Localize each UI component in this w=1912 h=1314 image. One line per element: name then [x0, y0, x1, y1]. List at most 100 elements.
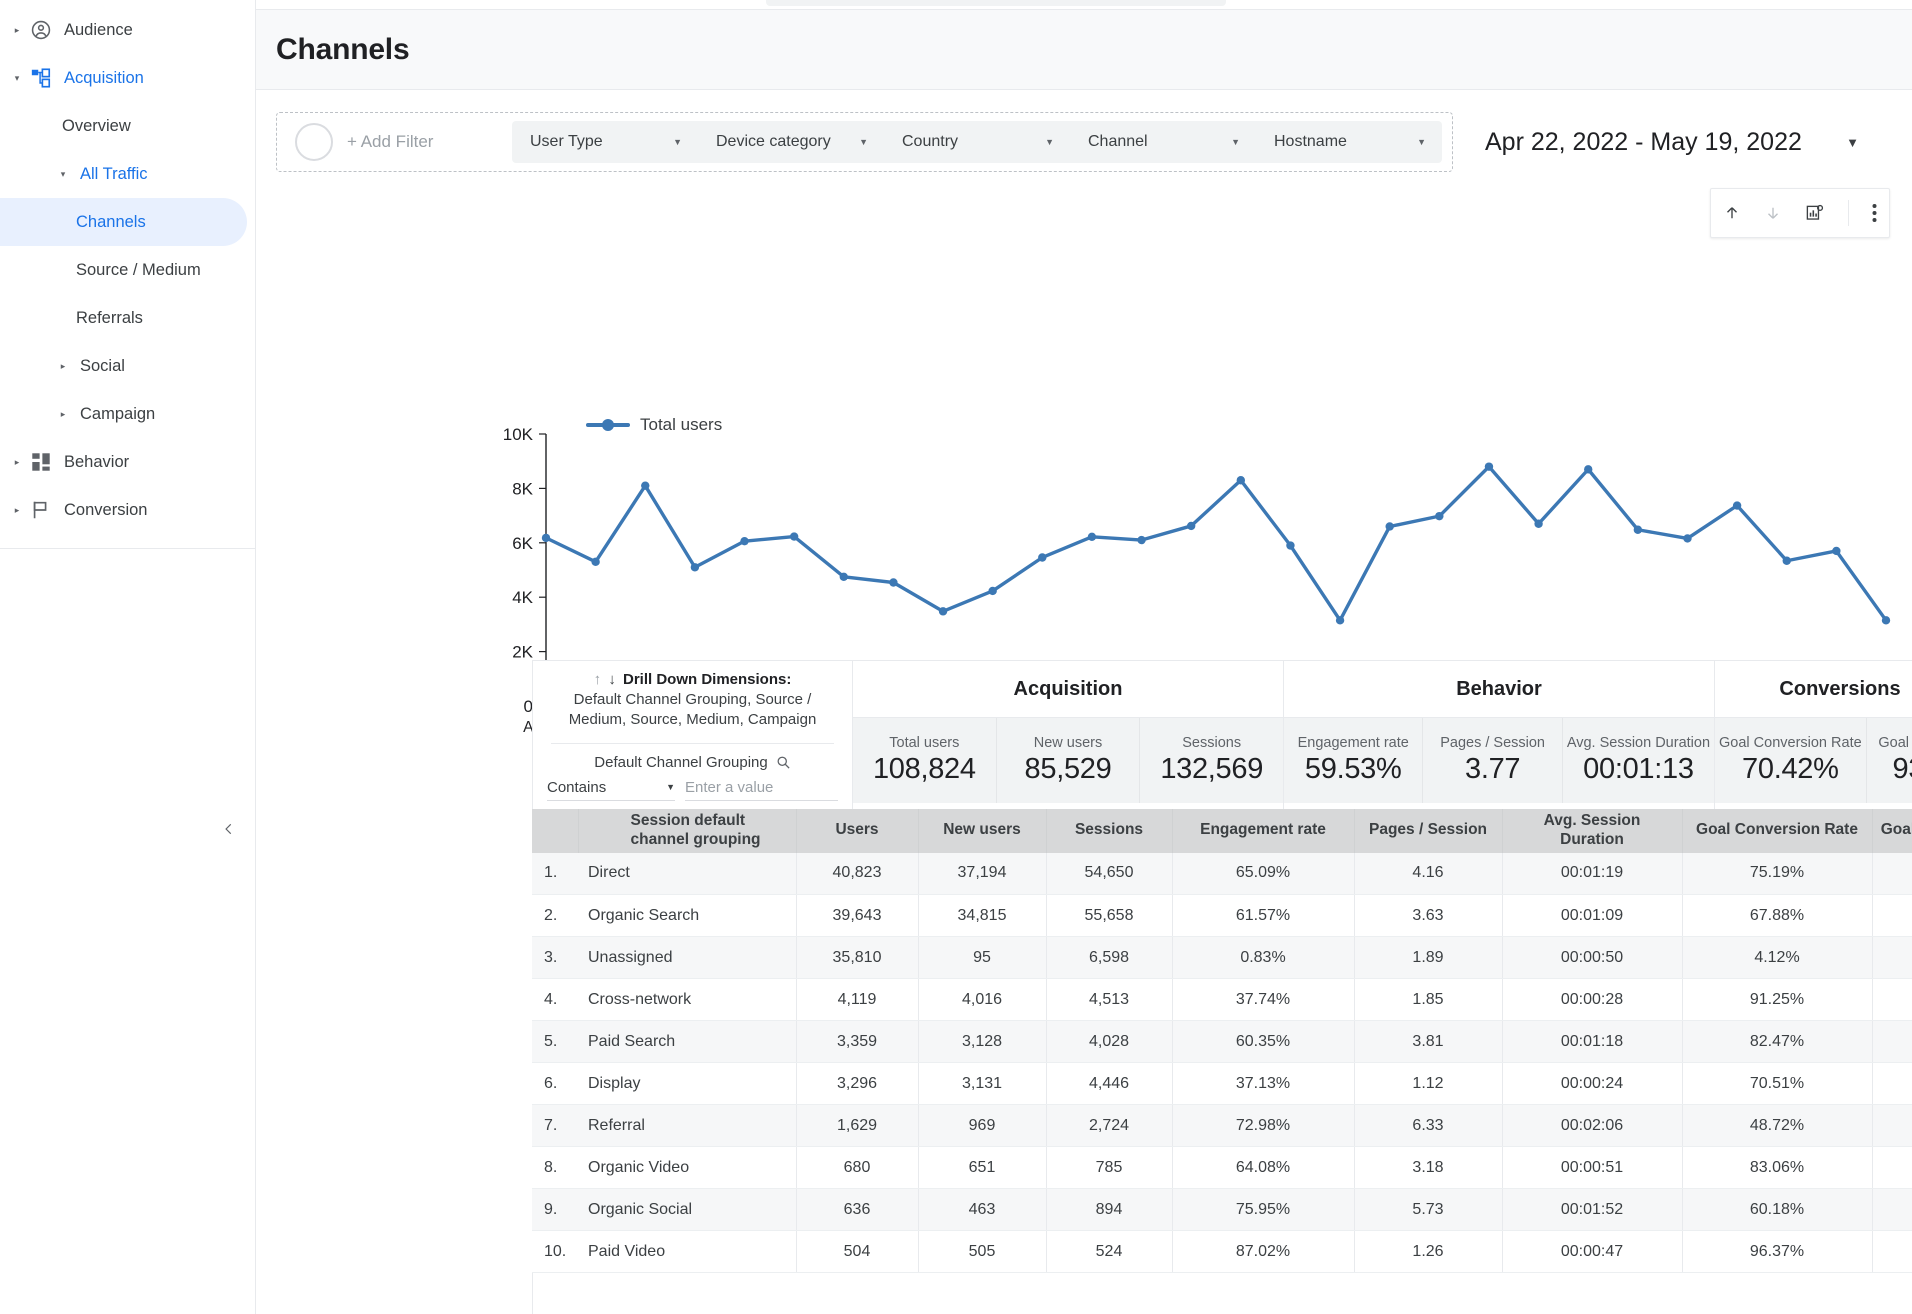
channels-table: Session default channel groupingUsersNew… [532, 809, 1912, 1274]
table-row[interactable]: 4.Cross-network4,1194,0164,51337.74%1.85… [532, 979, 1912, 1021]
chart-data-point[interactable] [939, 607, 947, 615]
chart-data-point[interactable] [1882, 616, 1890, 624]
filter-chip-user-type[interactable]: User Type▼ [512, 121, 698, 163]
sidebar-collapse-button[interactable] [212, 812, 246, 846]
chevron-right-icon[interactable]: ▸ [8, 26, 26, 35]
sidebar-item-channels[interactable]: Channels [0, 198, 247, 246]
chart-data-point[interactable] [1336, 616, 1344, 624]
chevron-down-icon[interactable]: ▾ [54, 170, 72, 179]
filter-chip-hostname[interactable]: Hostname▼ [1256, 121, 1442, 163]
chevron-down-icon[interactable]: ▾ [8, 74, 26, 83]
cell-users: 680 [796, 1147, 918, 1189]
row-channel-name[interactable]: Cross-network [578, 979, 796, 1021]
chart-data-point[interactable] [1435, 512, 1443, 520]
sidebar-item-social[interactable]: ▸Social [0, 342, 255, 390]
date-range-selector[interactable]: Apr 22, 2022 - May 19, 2022 ▼ [1485, 128, 1885, 157]
cell-new-users: 95 [918, 937, 1046, 979]
chart-data-point[interactable] [691, 563, 699, 571]
drill-value-input[interactable]: Enter a value [685, 779, 838, 801]
table-row[interactable]: 6.Display3,2963,1314,44637.13%1.1200:00:… [532, 1063, 1912, 1105]
sidebar-item-overview[interactable]: Overview [0, 102, 255, 150]
chart-data-point[interactable] [840, 573, 848, 581]
chart-data-point[interactable] [1783, 557, 1791, 565]
chart-data-point[interactable] [740, 537, 748, 545]
search-icon[interactable] [776, 755, 791, 770]
table-row[interactable]: 9.Organic Social63646389475.95%5.7300:01… [532, 1189, 1912, 1231]
column-header-goal-completions[interactable]: Goal Completions [1872, 809, 1912, 853]
row-channel-name[interactable]: Paid Search [578, 1021, 796, 1063]
filter-chip-device-category[interactable]: Device category▼ [698, 121, 884, 163]
chart-data-point[interactable] [1386, 522, 1394, 530]
row-channel-name[interactable]: Unassigned [578, 937, 796, 979]
chart-data-point[interactable] [1584, 465, 1592, 473]
chart-data-point[interactable] [1485, 462, 1493, 470]
cell-goal-rate: 70.51% [1682, 1063, 1872, 1105]
column-header-session-default-channel-grouping[interactable]: Session default channel grouping [578, 809, 796, 853]
filter-chip-channel[interactable]: Channel▼ [1070, 121, 1256, 163]
chart-data-point[interactable] [591, 558, 599, 566]
chart-data-point[interactable] [790, 532, 798, 540]
row-channel-name[interactable]: Referral [578, 1105, 796, 1147]
chart-data-point[interactable] [1187, 522, 1195, 530]
sidebar-item-source-medium[interactable]: Source / Medium [0, 246, 255, 294]
add-filter-button[interactable]: + Add Filter [295, 123, 512, 161]
sidebar-item-referrals[interactable]: Referrals [0, 294, 255, 342]
sidebar-item-audience[interactable]: ▸Audience [0, 6, 255, 54]
column-header-engagement-rate[interactable]: Engagement rate [1172, 809, 1354, 853]
chart-data-point[interactable] [1832, 547, 1840, 555]
row-channel-name[interactable]: Direct [578, 853, 796, 895]
column-header-users[interactable]: Users [796, 809, 918, 853]
chart-data-point[interactable] [1634, 526, 1642, 534]
row-index: 3. [532, 937, 578, 979]
cell-engagement: 60.35% [1172, 1021, 1354, 1063]
row-channel-name[interactable]: Organic Social [578, 1189, 796, 1231]
drill-sort-down-icon[interactable]: ↓ [608, 671, 619, 688]
row-channel-name[interactable]: Organic Search [578, 895, 796, 937]
sidebar-item-acquisition[interactable]: ▾Acquisition [0, 54, 255, 102]
row-channel-name[interactable]: Paid Video [578, 1231, 796, 1273]
chart-data-point[interactable] [1137, 536, 1145, 544]
column-header-avg-session-duration[interactable]: Avg. Session Duration [1502, 809, 1682, 853]
column-header-new-users[interactable]: New users [918, 809, 1046, 853]
table-row[interactable]: 2.Organic Search39,64334,81555,65861.57%… [532, 895, 1912, 937]
drill-match-select[interactable]: Contains ▼ [547, 779, 675, 801]
table-row[interactable]: 5.Paid Search3,3593,1284,02860.35%3.8100… [532, 1021, 1912, 1063]
chart-data-point[interactable] [641, 481, 649, 489]
table-row[interactable]: 3.Unassigned35,810956,5980.83%1.8900:00:… [532, 937, 1912, 979]
chart-data-point[interactable] [1286, 541, 1294, 549]
row-channel-name[interactable]: Organic Video [578, 1147, 796, 1189]
chevron-right-icon[interactable]: ▸ [54, 362, 72, 371]
table-row[interactable]: 8.Organic Video68065178564.08%3.1800:00:… [532, 1147, 1912, 1189]
total-users-chart: Total users 02K4K6K8K10KApr 22Apr 23Apr … [256, 172, 1912, 592]
sidebar-nav: ▸Audience▾AcquisitionOverview▾All Traffi… [0, 0, 255, 534]
chart-data-point[interactable] [542, 534, 550, 542]
column-header-sessions[interactable]: Sessions [1046, 809, 1172, 853]
chart-data-point[interactable] [1534, 520, 1542, 528]
chart-data-point[interactable] [1237, 476, 1245, 484]
column-header-goal-conversion-rate[interactable]: Goal Conversion Rate [1682, 809, 1872, 853]
chart-data-point[interactable] [1683, 534, 1691, 542]
row-index: 8. [532, 1147, 578, 1189]
top-search-pill[interactable] [766, 0, 1226, 6]
chevron-right-icon[interactable]: ▸ [8, 458, 26, 467]
chart-data-point[interactable] [1088, 533, 1096, 541]
table-row[interactable]: 10.Paid Video50450552487.02%1.2600:00:47… [532, 1231, 1912, 1273]
filter-chip-country[interactable]: Country▼ [884, 121, 1070, 163]
chart-data-point[interactable] [988, 587, 996, 595]
chart-data-point[interactable] [889, 578, 897, 586]
chevron-right-icon[interactable]: ▸ [8, 506, 26, 515]
chart-data-point[interactable] [1038, 553, 1046, 561]
metric-label: Total users [889, 735, 959, 753]
table-row[interactable]: 1.Direct40,82337,19454,65065.09%4.1600:0… [532, 853, 1912, 895]
column-header-pages-session[interactable]: Pages / Session [1354, 809, 1502, 853]
sidebar-item-conversion[interactable]: ▸Conversion [0, 486, 255, 534]
sidebar-item-campaign[interactable]: ▸Campaign [0, 390, 255, 438]
sidebar-item-all-traffic[interactable]: ▾All Traffic [0, 150, 255, 198]
table-row[interactable]: 7.Referral1,6299692,72472.98%6.3300:02:0… [532, 1105, 1912, 1147]
chart-data-point[interactable] [1733, 501, 1741, 509]
drill-sort-up-icon[interactable]: ↑ [594, 671, 605, 688]
metric-group-title-text: Conversions [1779, 678, 1900, 701]
sidebar-item-behavior[interactable]: ▸Behavior [0, 438, 255, 486]
chevron-right-icon[interactable]: ▸ [54, 410, 72, 419]
row-channel-name[interactable]: Display [578, 1063, 796, 1105]
